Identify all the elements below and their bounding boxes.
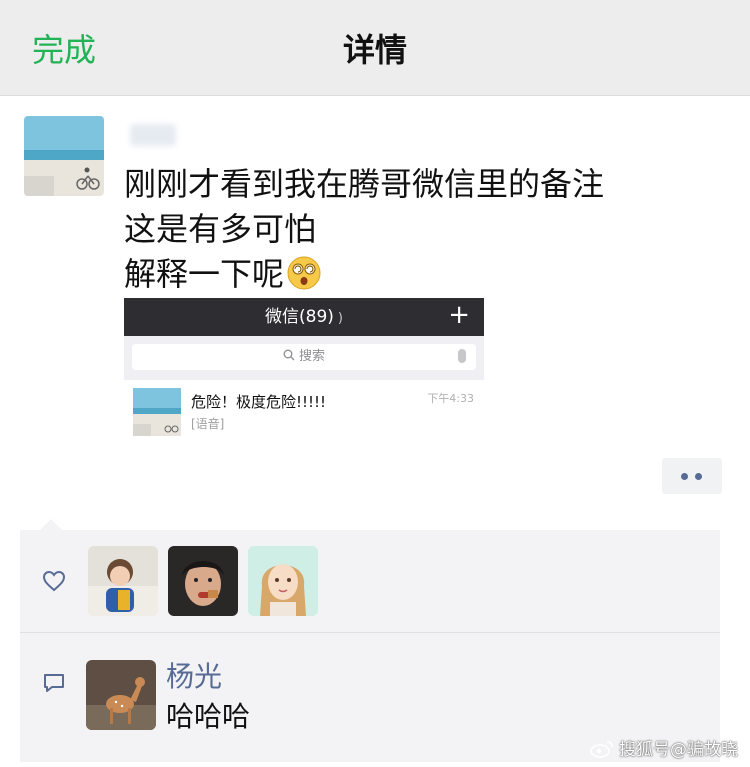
comment-text: 哈哈哈 [166,700,251,733]
more-options-button[interactable] [662,458,722,494]
post-line: 这是有多可怕 [124,210,317,248]
earpiece-mode-icon: ) [337,311,343,326]
chat-avatar [133,388,181,436]
chat-name: 危险！极度危险!!!!! [191,393,327,411]
interaction-panel: 杨光 哈哈哈 [20,530,720,762]
page-title: 详情 [342,31,407,69]
divider [20,632,720,633]
dot-icon [695,473,702,480]
attached-screenshot[interactable]: 微信(89)) + 搜索 危险！极度危险!!!!! [语音] 下午4:33 [124,298,484,444]
plus-icon: + [448,300,470,330]
dot-icon [681,473,688,480]
microphone-icon [458,349,466,363]
chat-time: 下午4:33 [427,392,474,405]
liker-avatar[interactable] [168,546,238,616]
screenshot-nav-bar: 微信(89)) + [124,298,484,336]
post-line: 解释一下呢 [124,252,604,297]
commenter-avatar[interactable] [86,660,156,730]
nav-bar: 完成 详情 [0,0,750,96]
dizzy-face-emoji-icon [287,256,321,290]
heart-icon [42,570,66,592]
search-icon [283,349,295,361]
watermark: 搜狐号@骗故晓 [589,739,738,761]
panel-pointer [40,519,62,530]
author-name-blurred [130,124,176,146]
comment-icon [44,674,64,692]
search-placeholder: 搜索 [298,349,325,364]
post-line: 刚刚才看到我在腾哥微信里的备注 [124,165,605,203]
author-avatar[interactable] [24,116,104,196]
liker-avatar[interactable] [248,546,318,616]
weibo-logo-icon [590,741,613,758]
commenter-name[interactable]: 杨光 [166,658,222,696]
liker-avatar[interactable] [88,546,158,616]
screenshot-search-bar: 搜索 [132,344,476,370]
chat-preview: [语音] [191,417,225,431]
post-content: 刚刚才看到我在腾哥微信里的备注 这是有多可怕 解释一下呢 [124,162,604,297]
screenshot-title: 微信(89)) [124,305,484,331]
chat-list-item: 危险！极度危险!!!!! [语音] 下午4:33 [124,380,484,444]
